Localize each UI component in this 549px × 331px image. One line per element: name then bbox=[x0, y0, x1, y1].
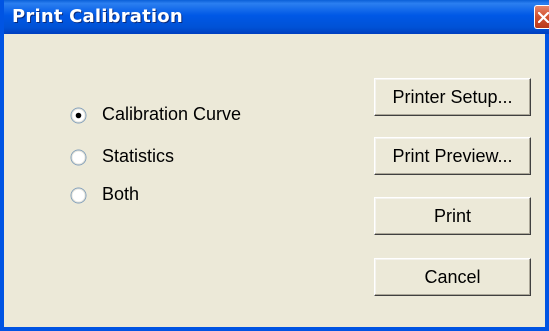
radio-selected-icon[interactable] bbox=[70, 107, 87, 124]
print-calibration-dialog: Print Calibration Calibration Curve Stat… bbox=[0, 0, 549, 331]
radio-label-statistics[interactable]: Statistics bbox=[102, 146, 174, 167]
print-preview-button[interactable]: Print Preview... bbox=[374, 137, 531, 175]
radio-statistics[interactable]: Statistics bbox=[70, 146, 290, 168]
radio-label-calibration-curve[interactable]: Calibration Curve bbox=[102, 104, 241, 125]
cancel-button[interactable]: Cancel bbox=[374, 258, 531, 296]
close-button[interactable] bbox=[534, 5, 549, 29]
window-title: Print Calibration bbox=[12, 6, 183, 27]
radio-both[interactable]: Both bbox=[70, 184, 290, 206]
radio-calibration-curve[interactable]: Calibration Curve bbox=[70, 104, 290, 126]
radio-unselected-icon[interactable] bbox=[70, 149, 87, 166]
radio-label-both[interactable]: Both bbox=[102, 184, 139, 205]
title-bar[interactable]: Print Calibration bbox=[4, 0, 549, 34]
radio-unselected-icon[interactable] bbox=[70, 187, 87, 204]
printer-setup-button[interactable]: Printer Setup... bbox=[374, 78, 531, 116]
close-icon bbox=[538, 12, 549, 23]
print-button[interactable]: Print bbox=[374, 197, 531, 235]
